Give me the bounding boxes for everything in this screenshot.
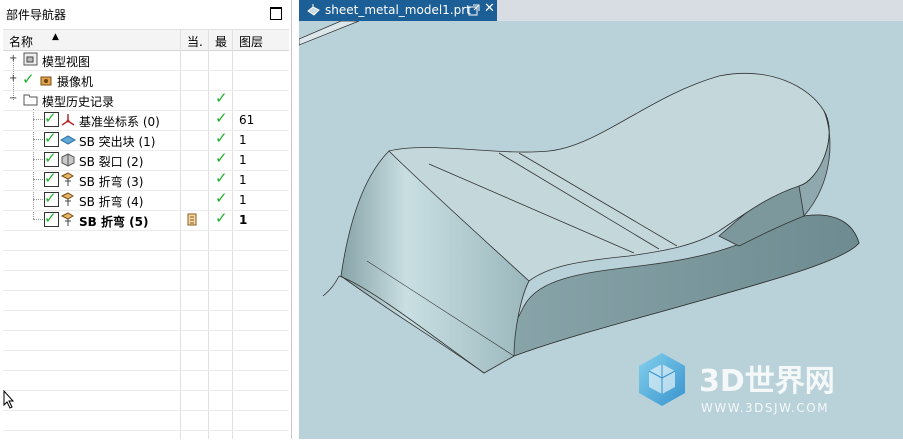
- tree-row-model-views[interactable]: + 模型视图: [3, 50, 289, 71]
- tree-row-label: SB 折弯 (4): [79, 195, 144, 209]
- checkbox-check-icon: ✓: [44, 129, 57, 147]
- sort-ascending-icon[interactable]: ▲: [52, 32, 59, 42]
- tree-row-label: 模型历史记录: [42, 95, 115, 109]
- navigator-column-header: 名称 ▲ 当. 最 图层: [3, 29, 289, 51]
- latest-check-icon: ✓: [215, 109, 228, 127]
- tree-row-bend-3[interactable]: ✓ SB 折弯 (3) ✓ 1: [3, 170, 289, 191]
- checkbox-check-icon: ✓: [44, 149, 57, 167]
- empty-row: [3, 330, 289, 351]
- checkbox-check-icon: ✓: [44, 109, 57, 127]
- watermark-brand: 3D世界网: [699, 364, 835, 399]
- datum-csys-icon: [61, 114, 75, 126]
- latest-check-icon: ✓: [215, 189, 228, 207]
- tree-row-label: 模型视图: [42, 55, 91, 69]
- graphics-window[interactable]: sheet_metal_model1.prt ✕ 3D世界网 WWW.3DSJW…: [298, 0, 903, 439]
- column-latest[interactable]: 最: [215, 33, 227, 50]
- latest-check-icon: ✓: [215, 129, 228, 147]
- tree-row-label: SB 折弯 (3): [79, 175, 144, 189]
- watermark-url: WWW.3DSJW.COM: [701, 401, 829, 415]
- collapse-icon[interactable]: −: [9, 94, 17, 104]
- empty-row: [3, 370, 289, 391]
- rip-feature-icon: [61, 153, 75, 167]
- tree-row-label: SB 突出块 (1): [79, 135, 156, 149]
- checkbox-check-icon: ✓: [44, 209, 57, 227]
- empty-row: [3, 410, 289, 431]
- part-navigator-panel: 部件导航器 名称 ▲ 当. 最 图层 + 模型视图 + ✓ 摄像机 − 模型历史…: [0, 0, 292, 439]
- column-current[interactable]: 当.: [187, 33, 203, 50]
- tree-row-label: SB 折弯 (5): [79, 215, 149, 229]
- watermark-logo-icon: [639, 353, 685, 406]
- checkbox-check-icon: ✓: [44, 189, 57, 207]
- part-file-icon: [307, 4, 320, 16]
- expand-icon[interactable]: +: [9, 54, 17, 64]
- empty-row: [3, 270, 289, 291]
- model-views-icon: [23, 52, 38, 66]
- tree-row-cameras[interactable]: + ✓ 摄像机: [3, 70, 289, 91]
- tree-row-rip[interactable]: ✓ SB 裂口 (2) ✓ 1: [3, 150, 289, 171]
- empty-row: [3, 390, 289, 411]
- tree-row-model-history[interactable]: − 模型历史记录 ✓: [3, 90, 289, 111]
- sheet-metal-model-render: 3D世界网 WWW.3DSJW.COM: [298, 20, 860, 415]
- layer-value: 1: [239, 193, 247, 207]
- tree-row-bend-5[interactable]: ✓ SB 折弯 (5) ✓ 1: [3, 210, 289, 231]
- bend-feature-icon: [60, 212, 74, 226]
- layer-value: 1: [239, 213, 248, 227]
- close-tab-icon[interactable]: ✕: [484, 1, 495, 16]
- tree-row-label: 基准坐标系 (0): [79, 115, 160, 129]
- bend-feature-icon: [60, 192, 74, 206]
- tab-sheet-metal-model[interactable]: sheet_metal_model1.prt ✕: [299, 0, 497, 21]
- latest-check-icon: ✓: [215, 149, 228, 167]
- latest-check-icon: ✓: [215, 169, 228, 187]
- column-name[interactable]: 名称: [9, 33, 33, 50]
- tree-row-tab[interactable]: ✓ SB 突出块 (1) ✓ 1: [3, 130, 289, 151]
- latest-check-icon: ✓: [215, 89, 228, 107]
- bend-feature-icon: [60, 172, 74, 186]
- mouse-cursor-icon: [3, 390, 15, 409]
- empty-row: [3, 230, 289, 251]
- tree-row-label: 摄像机: [57, 75, 94, 89]
- visible-check-icon[interactable]: ✓: [22, 72, 35, 87]
- tab-bar: sheet_metal_model1.prt ✕: [299, 0, 903, 21]
- empty-row: [3, 350, 289, 371]
- expand-icon[interactable]: +: [9, 74, 17, 84]
- column-layer[interactable]: 图层: [239, 33, 263, 50]
- tree-row-label: SB 裂口 (2): [79, 155, 144, 169]
- tab-feature-icon: [60, 135, 76, 145]
- folder-icon: [23, 94, 38, 106]
- camera-icon: [40, 76, 52, 86]
- tree-row-datum-csys[interactable]: ✓ 基准坐标系 (0) ✓ 61: [3, 110, 289, 131]
- pop-out-icon[interactable]: [468, 4, 480, 16]
- navigator-title: 部件导航器: [6, 8, 67, 22]
- model-canvas[interactable]: 3D世界网 WWW.3DSJW.COM: [298, 20, 903, 439]
- layer-value: 1: [239, 153, 247, 167]
- empty-row: [3, 250, 289, 271]
- tree-row-bend-4[interactable]: ✓ SB 折弯 (4) ✓ 1: [3, 190, 289, 211]
- checkbox-check-icon: ✓: [44, 169, 57, 187]
- layer-value: 61: [239, 113, 255, 127]
- latest-check-icon: ✓: [215, 209, 228, 227]
- empty-row: [3, 310, 289, 331]
- layer-value: 1: [239, 133, 247, 147]
- current-feature-icon: [187, 213, 197, 226]
- maximize-icon[interactable]: [270, 7, 282, 20]
- layer-value: 1: [239, 173, 247, 187]
- tab-title: sheet_metal_model1.prt: [325, 3, 471, 17]
- empty-row: [3, 290, 289, 311]
